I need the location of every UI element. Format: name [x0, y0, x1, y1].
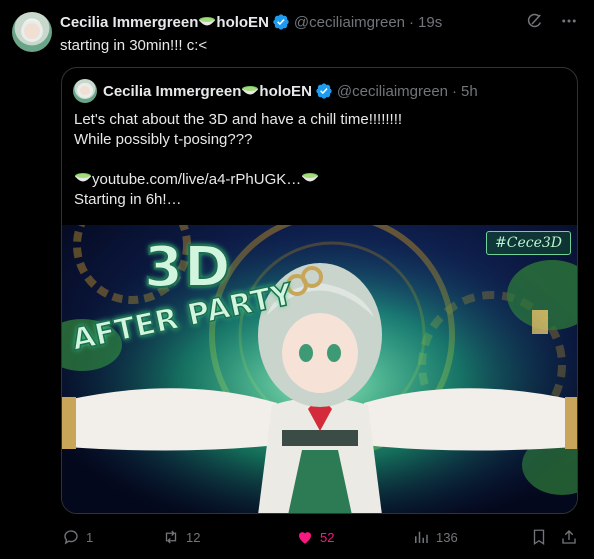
quoted-line-5: Starting in 6h!…	[74, 191, 182, 208]
quoted-author-handle: @ceciliaimgreen	[336, 82, 449, 100]
youtube-link[interactable]: youtube.com/live/a4-rPhUGK…	[92, 171, 301, 188]
quoted-line-1: Let's chat about the 3D and have a chill…	[74, 111, 403, 128]
quoted-tweet-header: Cecilia Immergreen holoEN @ceciliaimgree…	[103, 82, 478, 100]
bookmark-icon	[533, 529, 545, 546]
tweet-text: starting in 30min!!! c:<	[60, 37, 208, 54]
reply-count: 1	[86, 529, 94, 545]
tweet-time[interactable]: 19s	[418, 14, 442, 31]
quoted-tweet-time: 5h	[461, 82, 478, 100]
grok-icon[interactable]	[526, 12, 544, 30]
views-icon	[415, 531, 428, 543]
author-name[interactable]: Cecilia Immergreen	[60, 14, 198, 31]
quoted-tweet-card[interactable]: Cecilia Immergreen holoEN @ceciliaimgree…	[61, 67, 578, 514]
quoted-author-name: Cecilia Immergreen	[103, 82, 242, 100]
like-count: 52	[320, 529, 335, 545]
bookmark-button[interactable]	[530, 527, 548, 547]
quoted-link-line: youtube.com/live/a4-rPhUGK…	[74, 170, 564, 190]
author-suffix[interactable]: holoEN	[216, 14, 269, 31]
like-button[interactable]: 52	[296, 527, 334, 547]
views-button[interactable]: 136	[412, 527, 458, 547]
quoted-line-2: While possibly t-posing???	[74, 131, 253, 148]
quoted-author-avatar	[73, 79, 97, 103]
verified-badge-icon	[273, 14, 289, 30]
share-button[interactable]	[560, 527, 578, 547]
matcha-bowl-icon	[302, 173, 319, 182]
repost-icon	[165, 530, 177, 544]
reply-icon	[64, 530, 78, 545]
media-hashtag: #Cece3D	[486, 231, 571, 255]
reply-button[interactable]: 1	[62, 527, 93, 547]
more-icon[interactable]	[560, 12, 578, 30]
quoted-media-image[interactable]: 3D AFTER PARTY #Cece3D	[62, 225, 577, 513]
media-title-3d: 3D	[143, 234, 232, 301]
matcha-bowl-icon	[75, 173, 91, 182]
quoted-line-3	[74, 150, 564, 170]
tweet-action-bar: 1 12 52 136	[60, 527, 580, 547]
matcha-bowl-icon	[199, 17, 216, 26]
repost-button[interactable]: 12	[162, 527, 200, 547]
heart-icon	[299, 532, 311, 544]
quoted-author-suffix: holoEN	[259, 82, 312, 100]
repost-count: 12	[186, 529, 201, 545]
quoted-tweet-text: Let's chat about the 3D and have a chill…	[74, 110, 564, 210]
matcha-bowl-icon	[242, 86, 259, 95]
author-handle[interactable]: @ceciliaimgreen	[294, 14, 405, 31]
tweet-header: Cecilia Immergreen holoEN @ceciliaimgree…	[60, 13, 443, 31]
verified-badge-icon	[316, 83, 332, 99]
media-artwork	[62, 225, 577, 513]
views-count: 136	[436, 529, 458, 545]
share-icon	[562, 530, 576, 544]
author-avatar[interactable]	[12, 12, 52, 52]
tweet-top-icons	[526, 12, 578, 30]
